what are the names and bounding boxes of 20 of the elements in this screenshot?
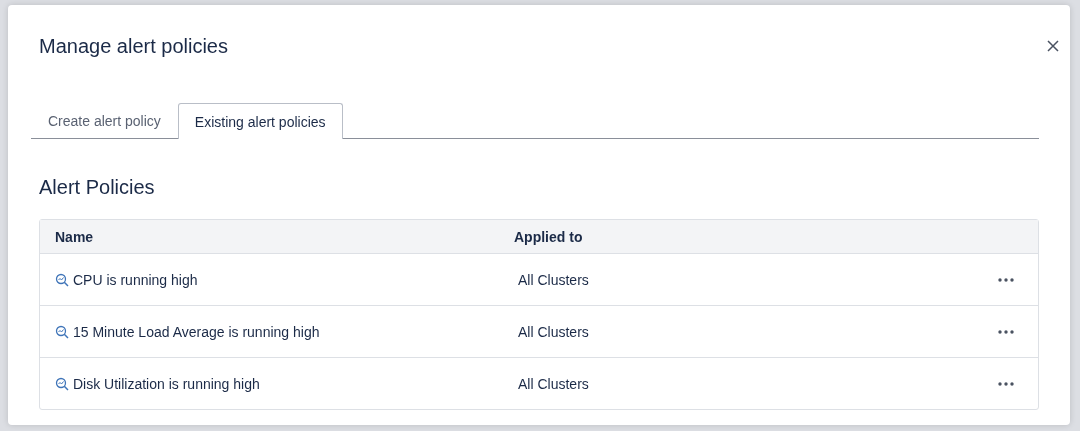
magnifier-icon bbox=[55, 324, 69, 339]
column-header: Applied to bbox=[514, 228, 584, 245]
tab[interactable]: Existing alert policies bbox=[177, 103, 343, 139]
magnifier-icon bbox=[55, 376, 69, 391]
close-button[interactable] bbox=[1045, 38, 1061, 54]
more-icon bbox=[998, 381, 1014, 386]
dialog-title: Manage alert policies bbox=[39, 34, 228, 58]
close-icon bbox=[1045, 38, 1061, 54]
policy-name: 15 Minute Load Average is running high bbox=[73, 323, 320, 340]
more-icon bbox=[998, 329, 1014, 334]
policy-name: CPU is running high bbox=[73, 271, 198, 288]
policy-name: Disk Utilization is running high bbox=[73, 375, 260, 392]
column-header: Name bbox=[54, 228, 95, 245]
applied-to: All Clusters bbox=[517, 375, 590, 392]
applied-to: All Clusters bbox=[517, 323, 590, 340]
more-icon bbox=[998, 277, 1014, 282]
magnifier-icon bbox=[55, 272, 69, 287]
tab[interactable]: Create alert policy bbox=[31, 103, 178, 138]
section-heading: Alert Policies bbox=[39, 176, 156, 199]
applied-to: All Clusters bbox=[517, 271, 590, 288]
